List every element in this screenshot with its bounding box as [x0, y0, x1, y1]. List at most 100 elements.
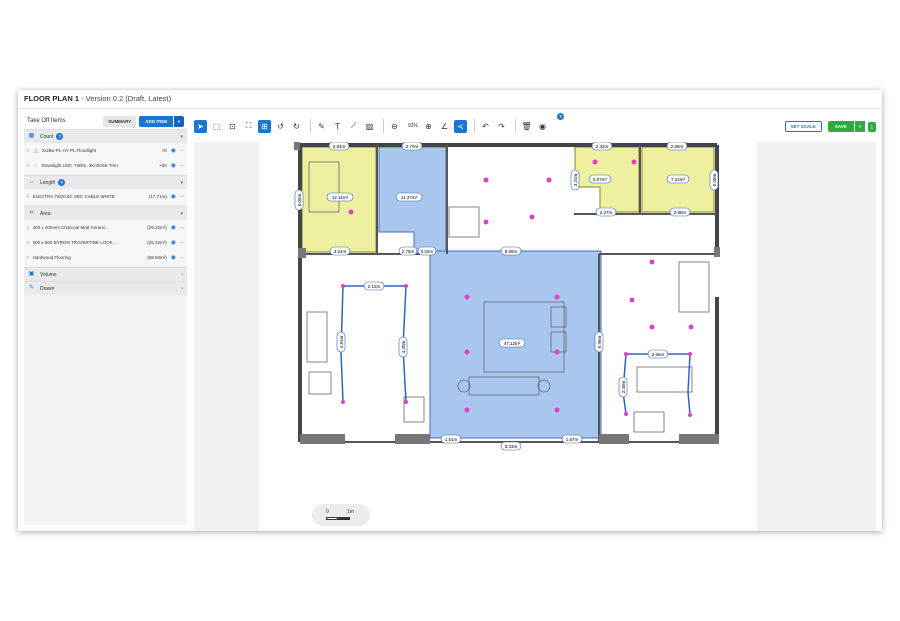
more-icon[interactable]: ···: [180, 194, 184, 200]
download-icon[interactable]: ⤓: [867, 121, 876, 132]
label-l20: 1.51m: [440, 434, 462, 444]
svg-text:2.66m: 2.66m: [652, 352, 665, 357]
grid-select-icon[interactable]: ⊞: [258, 119, 271, 133]
angle-icon[interactable]: ∠: [438, 120, 451, 133]
section-count[interactable]: ▦ Count ? ▾: [24, 129, 187, 143]
pencil-icon[interactable]: ✎: [315, 120, 328, 133]
label-l21: 3.33m: [500, 441, 522, 451]
more-icon[interactable]: ···: [180, 225, 184, 231]
list-item[interactable]: › 600 x 600 BYRON TRAVERTINE LOOK ... (2…: [24, 235, 187, 250]
plan-sheet[interactable]: 3.84m 2.70m 12.11m² 6.05m 3.02m 11.37m² …: [259, 142, 757, 531]
label-l25: 2.40m: [618, 376, 628, 398]
expand-arrow-icon[interactable]: ›: [27, 240, 29, 246]
label-l16: 2.12m: [363, 281, 385, 291]
eye-icon[interactable]: ◉: [171, 193, 176, 200]
select-pointer-icon[interactable]: ➤: [194, 119, 207, 133]
svg-text:3.02m: 3.02m: [334, 249, 347, 254]
floor-plan-app: FLOOR PLAN 1 - Version 0.2 (Draft, Lates…: [18, 90, 882, 531]
save-dropdown-icon[interactable]: ▼: [854, 121, 865, 132]
label-l15: 2.86m: [669, 207, 691, 217]
save-button[interactable]: SAVE: [827, 121, 854, 132]
add-item-dropdown-icon[interactable]: ▼: [174, 115, 184, 127]
select-area-icon[interactable]: ⬚: [210, 120, 223, 133]
label-l8: 0.02m: [417, 246, 437, 256]
list-item[interactable]: › △ 2x26w PL HY PL Floodlight ×0 ◉ ···: [24, 143, 187, 158]
plan-title: FLOOR PLAN 1: [24, 94, 80, 103]
help-icon[interactable]: ?: [56, 133, 64, 140]
scale-indicator: 0 1m: [312, 504, 370, 526]
zoom-out-icon[interactable]: ⊖: [388, 120, 401, 133]
label-l23: 5.96m: [594, 331, 604, 353]
eye-icon[interactable]: ◉: [171, 224, 176, 231]
floor-plan-drawing[interactable]: 3.84m 2.70m 12.11m² 6.05m 3.02m 11.37m² …: [259, 142, 757, 531]
section-volume[interactable]: ▣ Volume ›: [24, 267, 187, 281]
section-area[interactable]: ⌗ Area ▾: [24, 206, 187, 220]
redo-icon[interactable]: ↷: [495, 120, 508, 133]
more-icon[interactable]: ···: [180, 240, 184, 246]
add-item-button[interactable]: ADD ITEM: [139, 115, 174, 127]
count-icon: ▦: [28, 133, 35, 139]
zoom-in-icon[interactable]: ⊕: [422, 120, 435, 133]
label-l14: 2.27m: [595, 207, 617, 217]
eye-icon[interactable]: ◉: [171, 162, 176, 169]
section-drawn[interactable]: ✎ Drawn ›: [24, 281, 187, 295]
set-scale-button[interactable]: SET SCALE: [784, 121, 822, 132]
image-icon[interactable]: ▨: [363, 120, 376, 133]
help-icon[interactable]: ?: [58, 179, 66, 186]
svg-text:8.66m: 8.66m: [505, 249, 518, 254]
eye-icon[interactable]: ◉: [171, 239, 176, 246]
divider: [383, 119, 384, 133]
label-l27: 5.08m: [709, 169, 719, 191]
section-length[interactable]: ↔ Length ? ▾: [24, 175, 187, 189]
expand-arrow-icon[interactable]: ›: [27, 194, 29, 200]
more-icon[interactable]: ···: [180, 255, 184, 261]
item-name: 2x26w PL HY PL Floodlight: [41, 148, 97, 153]
summary-button[interactable]: SUMMARY: [103, 115, 137, 127]
eye-icon[interactable]: ◉: [171, 147, 176, 154]
svg-text:2.40m: 2.40m: [621, 380, 626, 393]
eye-icon[interactable]: ◉: [171, 254, 176, 261]
expand-arrow-icon[interactable]: ›: [27, 255, 29, 261]
canvas-area[interactable]: 3.84m 2.70m 12.11m² 6.05m 3.02m 11.37m² …: [194, 142, 876, 531]
chevron-down-icon[interactable]: ▾: [180, 180, 183, 186]
more-icon[interactable]: ···: [180, 163, 184, 169]
chevron-down-icon[interactable]: ▾: [180, 134, 183, 140]
expand-arrow-icon[interactable]: ›: [27, 148, 29, 154]
rotate-right-icon[interactable]: ↻: [290, 120, 303, 133]
list-item[interactable]: › ELECTRA 7/020 6C SEC CABLE WHITE (17.7…: [24, 189, 187, 204]
expand-arrow-icon[interactable]: ›: [27, 163, 29, 169]
zoom-fit-icon[interactable]: ⊡: [226, 120, 239, 133]
text-icon[interactable]: T: [331, 120, 344, 133]
title-bar: FLOOR PLAN 1 - Version 0.2 (Draft, Lates…: [18, 90, 882, 109]
expand-arrow-icon[interactable]: ›: [27, 225, 29, 231]
plan-version: - Version 0.2 (Draft, Latest): [79, 94, 172, 103]
ruler-icon[interactable]: ⟋: [347, 120, 360, 133]
list-item[interactable]: › 400 x 400mm Charcoal Matt Cerami... (2…: [24, 220, 187, 235]
visibility-eye-icon[interactable]: ◉: [536, 120, 549, 133]
divider: [515, 119, 517, 133]
svg-text:47.12m²: 47.12m²: [504, 341, 521, 346]
chevron-right-icon[interactable]: ›: [181, 272, 183, 278]
share-icon[interactable]: ≺: [454, 119, 468, 133]
chevron-down-icon[interactable]: ▾: [180, 211, 183, 217]
rotate-left-icon[interactable]: ↺: [274, 120, 287, 133]
undo-icon[interactable]: ↶: [479, 120, 492, 133]
toolbar: ➤ ⬚ ⊡ ⛶ ⊞ ↺ ↻ ✎ T ⟋ ▨ ⊖ 93% ⊕ ∠ ≺ ↶ ↷ 🗑 …: [194, 113, 876, 139]
svg-text:5.96m: 5.96m: [597, 335, 602, 348]
more-icon[interactable]: ···: [180, 148, 184, 154]
list-item[interactable]: › Hardwood Flooring (58.50m²) ◉ ···: [24, 250, 187, 265]
fullscreen-icon[interactable]: ⛶: [242, 120, 255, 133]
svg-text:3.84m: 3.84m: [333, 144, 346, 149]
zoom-level: 93%: [408, 123, 419, 129]
svg-text:5.07m²: 5.07m²: [593, 177, 608, 182]
trash-icon[interactable]: 🗑: [520, 120, 533, 133]
section-label: Drawn: [40, 285, 55, 292]
svg-text:7.24m²: 7.24m²: [671, 177, 686, 182]
chevron-right-icon[interactable]: ›: [181, 286, 183, 292]
item-name: ELECTRA 7/020 6C SEC CABLE WHITE: [32, 194, 115, 199]
svg-text:4.30m: 4.30m: [401, 340, 406, 353]
svg-text:6.05m: 6.05m: [297, 193, 302, 206]
label-l22: 1.67m: [561, 434, 583, 444]
help-badge[interactable]: ?: [557, 113, 564, 120]
list-item[interactable]: › ○ Downlight LED, 750lm, 3K/4K/6K Trim …: [24, 158, 187, 173]
